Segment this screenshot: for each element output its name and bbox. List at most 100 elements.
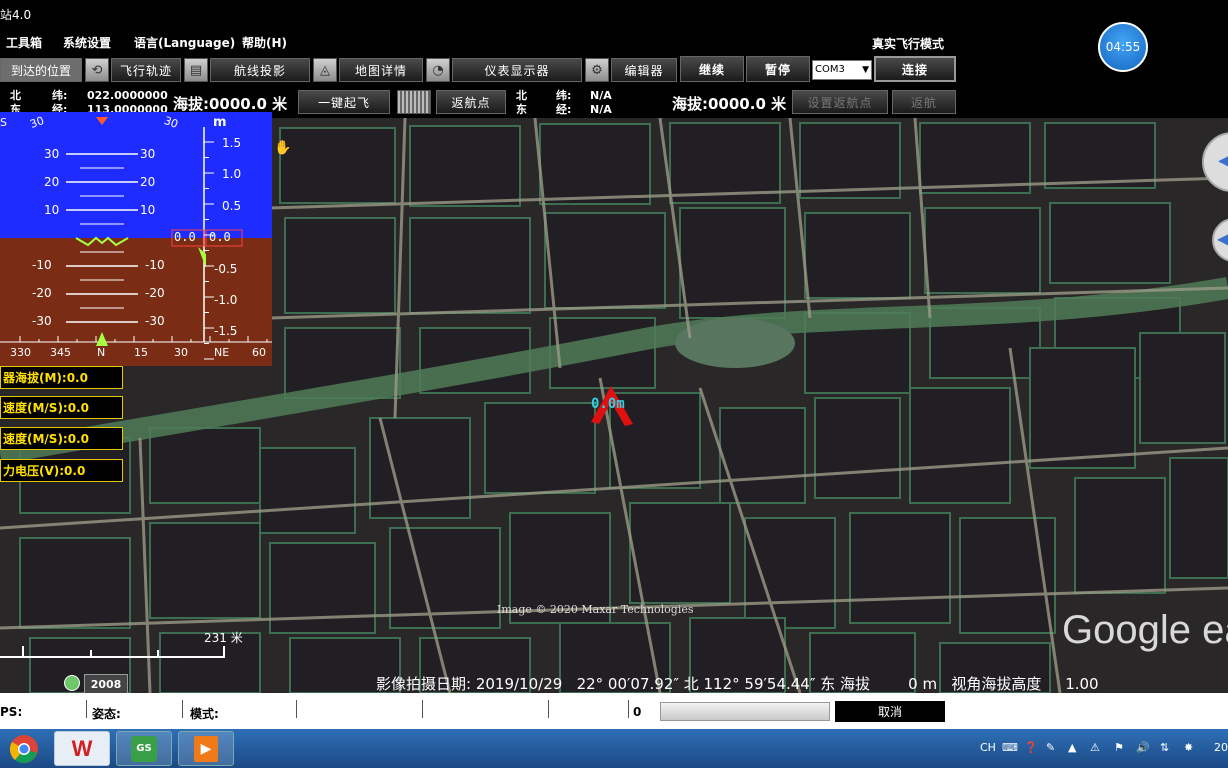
status-divider <box>296 700 297 718</box>
keyboard-icon[interactable]: ⌨ <box>1002 741 1018 754</box>
pitch-label-left: 30 <box>44 147 60 161</box>
google-earth-logo: Google ea <box>1062 608 1228 652</box>
pitch-label-right: 30 <box>140 147 156 161</box>
longitude-value-right: N/A <box>590 103 612 116</box>
scale-tick <box>223 646 225 658</box>
telemetry-speed-2: 速度(M/S):0.0 <box>0 427 123 450</box>
heading-scale-label: 15 <box>134 346 148 359</box>
north-label-right: 北 <box>516 89 527 102</box>
map-status-line: 影像拍摄日期: 2019/10/29 22° 00′07.92″ 北 112° … <box>376 675 1099 693</box>
media-player-icon[interactable]: ▶ <box>178 731 234 766</box>
status-divider <box>422 700 423 718</box>
north-label-left: 北 <box>10 89 21 102</box>
takeoff-button[interactable]: 一键起飞 <box>298 90 390 114</box>
show-hidden-icon[interactable]: ▲ <box>1068 741 1076 754</box>
history-clock-icon[interactable] <box>64 675 80 691</box>
route-icon[interactable]: ▤ <box>184 58 208 82</box>
pen-icon[interactable]: ✎ <box>1046 741 1055 754</box>
vs-scale-label: 0.5 <box>222 199 242 213</box>
latitude-value-right: N/A <box>590 89 612 102</box>
move-arrow-icon: ◀ <box>1217 229 1228 248</box>
route-photo-button[interactable]: 航线投影 <box>210 58 310 82</box>
flight-track-button[interactable]: 飞行轨迹 <box>111 58 181 82</box>
gear-icon[interactable]: ⚙ <box>585 58 609 82</box>
flag-icon[interactable]: ⚑ <box>1114 741 1124 754</box>
gauge-icon[interactable]: ◔ <box>426 58 450 82</box>
pitch-label-left: 10 <box>44 203 60 217</box>
menu-language[interactable]: 语言(Language) <box>134 34 235 51</box>
telemetry-altitude: 器海拔(M):0.0 <box>0 366 123 389</box>
menu-help[interactable]: 帮助(H) <box>242 34 287 51</box>
status-divider <box>182 700 183 718</box>
windows-taskbar: W GS ▶ CH ⌨ ❓ ✎ ▲ ⚠ ⚑ 🔊 ⇅ ✸ 20 <box>0 729 1228 768</box>
pitch-label-left: -20 <box>32 286 52 300</box>
altitude-unit-label: m <box>213 115 227 130</box>
pitch-label-left: -30 <box>32 314 52 328</box>
help-icon[interactable]: ❓ <box>1024 741 1038 754</box>
history-year-button[interactable]: 2008 <box>84 674 128 693</box>
vs-scale-label: -0.5 <box>214 262 238 276</box>
vs-scale-label: 1.0 <box>222 167 242 181</box>
com-port-select[interactable]: COM3 ▼ <box>812 60 872 80</box>
pitch-label-right: -10 <box>145 258 165 272</box>
heading-scale-label: 30 <box>174 346 188 359</box>
chrome-icon[interactable] <box>2 731 46 766</box>
reach-position-field[interactable]: 到达的位置 <box>0 58 82 82</box>
return-button[interactable]: 返航 <box>892 90 956 114</box>
pitch-label-right: -30 <box>145 314 165 328</box>
heading-scale-label: 60 <box>252 346 266 359</box>
vs-scale-label: 1.5 <box>222 136 242 150</box>
heading-scale-label: NE <box>214 346 230 359</box>
input-language[interactable]: CH <box>980 741 996 754</box>
lat-label-left: 纬: <box>52 89 68 102</box>
gs-app-label: GS <box>131 735 157 762</box>
menu-system-settings[interactable]: 系统设置 <box>63 34 111 51</box>
security-icon[interactable]: ✸ <box>1184 741 1193 754</box>
editor-button[interactable]: 编辑器 <box>611 58 677 82</box>
wps-icon[interactable]: W <box>54 731 110 766</box>
status-divider <box>628 700 629 718</box>
cancel-button[interactable]: 取消 <box>835 701 945 722</box>
chrome-logo <box>9 734 38 763</box>
menu-toolbox[interactable]: 工具箱 <box>6 34 42 51</box>
pitch-label-right: -20 <box>145 286 165 300</box>
vs-scale-label: -1.0 <box>214 293 238 307</box>
window-title: 站4.0 <box>0 8 32 22</box>
instrument-display-button[interactable]: 仪表显示器 <box>452 58 582 82</box>
flight-mode-label: 真实飞行模式 <box>872 37 945 51</box>
continue-button[interactable]: 继续 <box>680 56 744 82</box>
telemetry-voltage: 力电压(V):0.0 <box>0 459 123 482</box>
clock-badge: 04:55 <box>1098 22 1148 72</box>
heading-top-label: S <box>0 116 7 129</box>
return-point-button[interactable]: 返航点 <box>436 90 506 114</box>
set-return-point-button[interactable]: 设置返航点 <box>792 90 888 114</box>
altitude-left: 海拔:0000.0 米 <box>173 95 288 113</box>
signal-icon <box>397 90 431 114</box>
scale-bar <box>0 656 225 658</box>
vs-value: 0.0 <box>174 230 196 244</box>
gs-app-icon[interactable]: GS <box>116 731 172 766</box>
heading-scale-label: N <box>97 346 106 359</box>
heading-scale-label: 330 <box>10 346 31 359</box>
telemetry-speed-1: 速度(M/S):0.0 <box>0 396 123 419</box>
connect-button[interactable]: 连接 <box>874 56 956 82</box>
altitude-right: 海拔:0000.0 米 <box>672 95 787 113</box>
map-detail-button[interactable]: 地图详情 <box>339 58 423 82</box>
volume-icon[interactable]: 🔊 <box>1136 741 1150 754</box>
mode-status: 模式: <box>190 707 219 721</box>
heading-scale-label: 345 <box>50 346 71 359</box>
wifi-icon[interactable]: ⇅ <box>1160 741 1169 754</box>
wps-logo: W <box>71 735 93 761</box>
play-icon: ▶ <box>194 735 218 762</box>
lat-label-right: 纬: <box>556 89 572 102</box>
aircraft-altitude-label: 0.0m <box>591 396 625 412</box>
pause-button[interactable]: 暂停 <box>746 56 810 82</box>
attitude-status: 姿态: <box>92 707 121 721</box>
com-port-value: COM3 <box>815 64 845 75</box>
network-icon[interactable]: ⚠ <box>1090 741 1100 754</box>
hand-cursor-icon: ✋ <box>274 140 292 156</box>
track-icon[interactable]: ⟲ <box>85 58 109 82</box>
progress-bar <box>660 702 830 721</box>
chevron-down-icon: ▼ <box>862 65 869 75</box>
map-icon[interactable]: ◬ <box>313 58 337 82</box>
